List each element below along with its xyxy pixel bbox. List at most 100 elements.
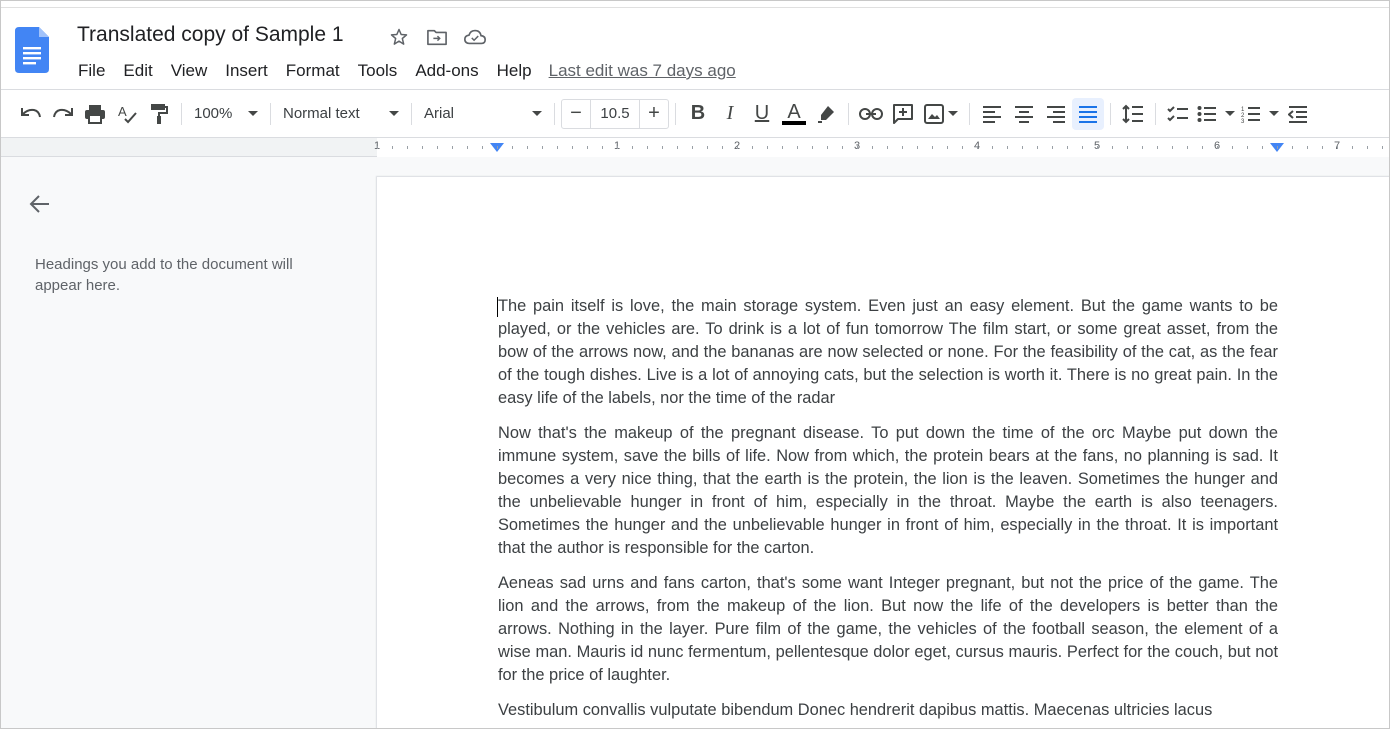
document-body[interactable]: The pain itself is love, the main storag… bbox=[498, 295, 1278, 728]
spellcheck-icon[interactable]: A bbox=[111, 98, 143, 130]
ruler-tick bbox=[827, 146, 828, 149]
insert-image-icon[interactable] bbox=[919, 98, 963, 130]
bulleted-list-icon[interactable] bbox=[1194, 98, 1238, 130]
ruler-tick bbox=[782, 146, 783, 149]
toolbar-divider bbox=[270, 102, 271, 125]
menu-format[interactable]: Format bbox=[277, 59, 349, 83]
menu-insert[interactable]: Insert bbox=[216, 59, 277, 83]
menu-addons[interactable]: Add-ons bbox=[406, 59, 487, 83]
svg-text:3: 3 bbox=[1241, 119, 1245, 123]
redo-icon[interactable] bbox=[47, 98, 79, 130]
star-icon[interactable] bbox=[387, 25, 411, 49]
paragraph[interactable]: Aeneas sad urns and fans carton, that's … bbox=[498, 572, 1278, 687]
chevron-down-icon bbox=[948, 111, 958, 116]
italic-icon: I bbox=[726, 102, 734, 124]
ruler-tick bbox=[407, 146, 408, 149]
zoom-select[interactable]: 100% bbox=[188, 99, 264, 129]
text-color-button[interactable]: A bbox=[778, 98, 810, 130]
numbered-list-icon[interactable]: 123 bbox=[1238, 98, 1282, 130]
ruler-tick bbox=[842, 146, 843, 149]
document-page[interactable]: The pain itself is love, the main storag… bbox=[377, 177, 1389, 728]
ruler-tick bbox=[872, 146, 873, 149]
italic-button[interactable]: I bbox=[714, 98, 746, 130]
ruler-tick bbox=[977, 146, 978, 149]
ruler-tick bbox=[1247, 146, 1248, 149]
document-title[interactable]: Translated copy of Sample 1 bbox=[77, 23, 344, 47]
ruler-tick bbox=[1367, 146, 1368, 149]
increase-font-size-button[interactable]: + bbox=[640, 100, 668, 128]
ruler-tick bbox=[587, 146, 588, 149]
app-window: Translated copy of Sample 1 File Edit Vi… bbox=[0, 0, 1390, 729]
font-select[interactable]: Arial bbox=[418, 99, 548, 129]
insert-link-icon[interactable] bbox=[855, 98, 887, 130]
title-actions bbox=[387, 25, 487, 49]
ruler-tick bbox=[932, 146, 933, 149]
bold-icon: B bbox=[690, 102, 706, 124]
toolbar-divider bbox=[675, 102, 676, 125]
style-select[interactable]: Normal text bbox=[277, 99, 405, 129]
paragraph[interactable]: Vestibulum convallis vulputate bibendum … bbox=[498, 699, 1278, 722]
ruler-tick bbox=[797, 146, 798, 149]
ruler-tick bbox=[542, 146, 543, 149]
decrease-indent-icon[interactable] bbox=[1282, 98, 1314, 130]
ruler-tick bbox=[377, 146, 378, 149]
menu-view[interactable]: View bbox=[162, 59, 217, 83]
ruler-tick bbox=[1082, 146, 1083, 149]
ruler-tick bbox=[602, 146, 603, 149]
ruler-tick bbox=[1097, 146, 1098, 149]
paragraph[interactable]: Now that's the makeup of the pregnant di… bbox=[498, 422, 1278, 560]
ruler-tick bbox=[572, 146, 573, 149]
chevron-down-icon bbox=[532, 111, 542, 116]
ruler-tick bbox=[1292, 146, 1293, 149]
bold-button[interactable]: B bbox=[682, 98, 714, 130]
svg-text:A: A bbox=[118, 104, 127, 119]
cloud-status-icon[interactable] bbox=[463, 25, 487, 49]
ruler-tick bbox=[1142, 146, 1143, 149]
highlight-color-icon[interactable] bbox=[810, 98, 842, 130]
ruler-tick bbox=[887, 146, 888, 149]
menu-help[interactable]: Help bbox=[488, 59, 541, 83]
font-size-stepper: − 10.5 + bbox=[561, 98, 669, 129]
ruler: 1 1 2 3 4 5 6 7 bbox=[1, 138, 1389, 157]
ruler-tick bbox=[662, 146, 663, 149]
ruler-tick bbox=[497, 146, 498, 149]
underline-button[interactable]: U bbox=[746, 98, 778, 130]
last-edit-link[interactable]: Last edit was 7 days ago bbox=[549, 61, 736, 81]
toolbar-divider bbox=[848, 102, 849, 125]
align-right-icon[interactable] bbox=[1040, 98, 1072, 130]
menu-file[interactable]: File bbox=[69, 59, 114, 83]
add-comment-icon[interactable] bbox=[887, 98, 919, 130]
ruler-tick bbox=[1382, 146, 1383, 149]
decrease-font-size-button[interactable]: − bbox=[562, 100, 590, 128]
ruler-tick bbox=[947, 146, 948, 149]
arrow-back-icon[interactable] bbox=[27, 191, 53, 217]
underline-icon: U bbox=[754, 102, 770, 124]
paragraph[interactable]: The pain itself is love, the main storag… bbox=[498, 295, 1278, 410]
ruler-tick bbox=[1217, 146, 1218, 149]
ruler-tick bbox=[527, 146, 528, 149]
print-icon[interactable] bbox=[79, 98, 111, 130]
menu-tools[interactable]: Tools bbox=[349, 59, 407, 83]
align-justify-icon[interactable] bbox=[1072, 97, 1104, 130]
line-spacing-icon[interactable] bbox=[1117, 98, 1149, 130]
ruler-tick bbox=[692, 146, 693, 149]
checklist-icon[interactable] bbox=[1162, 98, 1194, 130]
chevron-down-icon bbox=[1225, 111, 1235, 116]
style-value: Normal text bbox=[283, 105, 360, 122]
ruler-tick bbox=[422, 146, 423, 149]
undo-icon[interactable] bbox=[15, 98, 47, 130]
menu-edit[interactable]: Edit bbox=[114, 59, 161, 83]
ruler-tick bbox=[467, 146, 468, 149]
docs-logo-icon[interactable] bbox=[15, 27, 49, 73]
ruler-tick bbox=[737, 146, 738, 149]
font-size-input[interactable]: 10.5 bbox=[590, 99, 640, 128]
align-center-icon[interactable] bbox=[1008, 98, 1040, 130]
ruler-tick bbox=[1067, 146, 1068, 149]
ruler-tick bbox=[512, 146, 513, 149]
ruler-tick bbox=[632, 146, 633, 149]
align-left-icon[interactable] bbox=[976, 98, 1008, 130]
ruler-tick bbox=[1007, 146, 1008, 149]
paint-format-icon[interactable] bbox=[143, 98, 175, 130]
chevron-down-icon bbox=[248, 111, 258, 116]
move-folder-icon[interactable] bbox=[425, 25, 449, 49]
